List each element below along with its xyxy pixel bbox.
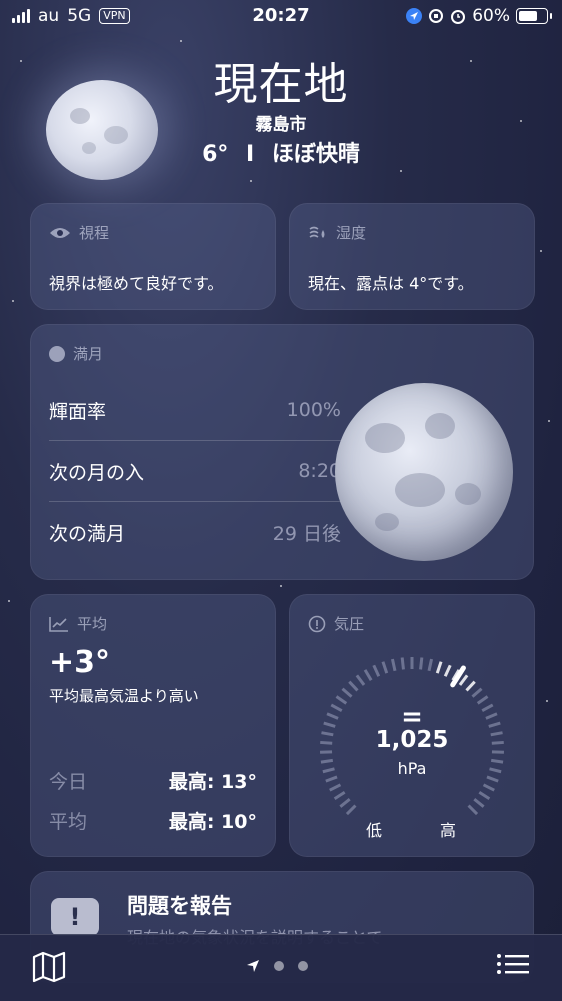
gauge-tick [374, 665, 379, 676]
gauge-tick [445, 665, 450, 676]
moon-row-next-full: 次の満月 29 日後 [49, 502, 341, 562]
visibility-card[interactable]: 視程 視界は極めて良好です。 [30, 203, 276, 310]
moon-phase-icon [49, 346, 65, 362]
location-services-icon [406, 8, 422, 24]
location-title: 現在地 [0, 48, 562, 112]
average-row-normal: 平均 最高: 10° [49, 807, 257, 834]
gauge-tick [392, 659, 395, 671]
moon-title: 満月 [73, 343, 103, 364]
average-row-today: 今日 最高: 13° [49, 767, 257, 794]
gauge-tick [330, 785, 341, 790]
list-icon[interactable] [496, 953, 530, 981]
gauge-tick [342, 689, 351, 697]
average-row-value: 最高: 10° [169, 807, 257, 834]
moon-card[interactable]: 満月 輝面率 100% 次の月の入 8:20 次の満月 29 日後 [30, 324, 534, 580]
gauge-tick [467, 682, 475, 691]
average-row-label: 今日 [49, 767, 87, 794]
moon-card-header: 満月 [49, 343, 103, 364]
visibility-text: 視界は極めて良好です。 [49, 270, 223, 294]
average-description: 平均最高気温より高い [49, 685, 199, 706]
eye-icon [49, 226, 71, 240]
moon-row-value: 29 日後 [273, 519, 341, 546]
battery-percent: 60% [472, 6, 510, 26]
condition-text: ほぼ快晴 [272, 142, 360, 167]
pressure-unit: hPa [290, 759, 534, 778]
bottom-toolbar [0, 934, 562, 1001]
moon-row-value: 100% [287, 399, 341, 421]
gauge-tick [478, 697, 488, 704]
moon-row-illumination: 輝面率 100% [49, 380, 341, 440]
map-icon[interactable] [32, 951, 66, 983]
humidity-icon [308, 225, 328, 241]
gauge-tick [383, 662, 387, 673]
status-bar: au 5G VPN 20:27 60% [0, 0, 562, 32]
gauge-tick [474, 799, 483, 807]
battery-icon [516, 8, 548, 24]
gauge-tick [460, 675, 467, 685]
city-name: 霧島市 [0, 110, 562, 135]
pressure-card[interactable]: 気圧 = 1,025 hPa 低 高 [289, 594, 535, 857]
gauge-tick [335, 792, 345, 798]
full-moon-image [335, 383, 513, 561]
humidity-text: 現在、露点は 4°です。 [308, 270, 474, 294]
location-arrow-icon [246, 959, 260, 973]
page-indicator[interactable] [246, 959, 308, 973]
average-title: 平均 [77, 613, 107, 634]
gauge-tick [421, 658, 422, 670]
rotation-lock-icon [428, 8, 444, 24]
gauge-tick [347, 806, 355, 814]
gauge-tick [365, 670, 371, 680]
pressure-card-header: 気圧 [308, 613, 364, 634]
pressure-title: 気圧 [334, 613, 364, 634]
pressure-value: 1,025 [290, 727, 534, 753]
visibility-title: 視程 [79, 222, 109, 243]
gauge-tick [349, 682, 357, 691]
humidity-title: 湿度 [336, 222, 366, 243]
average-card[interactable]: 平均 +3° 平均最高気温より高い 今日 最高: 13° 平均 最高: 10° [30, 594, 276, 857]
visibility-card-header: 視程 [49, 222, 109, 243]
moon-row-moonset: 次の月の入 8:20 [49, 441, 341, 501]
humidity-card[interactable]: 湿度 現在、露点は 4°です。 [289, 203, 535, 310]
moon-row-label: 次の満月 [49, 519, 125, 546]
gauge-tick [472, 689, 481, 697]
conditions-separator: I [246, 142, 254, 167]
pressure-high-label: 高 [440, 817, 456, 841]
average-value: +3° [49, 645, 110, 680]
current-conditions: 6° I ほぼ快晴 [0, 136, 562, 168]
gauge-tick [429, 659, 432, 671]
gauge-tick [469, 806, 477, 814]
average-row-value: 最高: 13° [169, 767, 257, 794]
moon-row-label: 次の月の入 [49, 458, 144, 485]
alarm-icon [450, 8, 466, 24]
trend-chart-icon [49, 616, 69, 632]
page-dot [274, 961, 284, 971]
pressure-trend: = [290, 707, 534, 727]
gauge-tick [484, 785, 495, 790]
report-title: 問題を報告 [127, 890, 232, 920]
gauge-icon [308, 615, 326, 633]
gauge-tick [437, 662, 441, 673]
gauge-tick [479, 792, 489, 798]
average-row-label: 平均 [49, 807, 87, 834]
gauge-tick [336, 697, 346, 704]
exclamation-icon: ! [51, 898, 99, 936]
gauge-tick [357, 675, 364, 685]
pressure-low-label: 低 [366, 817, 382, 841]
page-dot [298, 961, 308, 971]
average-card-header: 平均 [49, 613, 107, 634]
gauge-tick [402, 658, 403, 670]
current-temperature: 6° [202, 142, 228, 167]
humidity-card-header: 湿度 [308, 222, 366, 243]
moon-row-label: 輝面率 [49, 397, 106, 424]
gauge-tick [340, 799, 349, 807]
